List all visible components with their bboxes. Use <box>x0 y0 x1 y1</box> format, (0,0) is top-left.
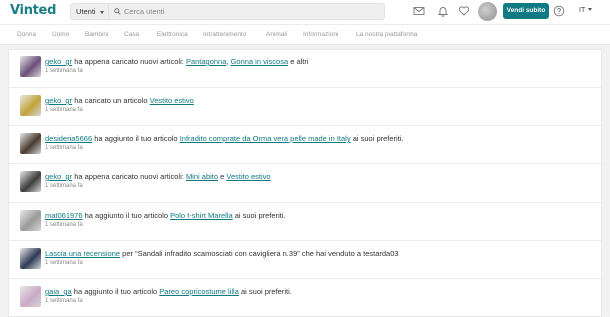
language-selector[interactable]: IT <box>579 7 593 14</box>
item-link[interactable]: Mini abito <box>186 172 218 181</box>
user-link[interactable]: geko_gr <box>45 172 72 181</box>
notification-row[interactable]: desideria5666 ha aggiunto il tuo articol… <box>9 126 603 164</box>
search-category-select[interactable]: Utenti <box>70 3 108 20</box>
leave-review-link[interactable]: Lascia una recensione <box>45 249 120 258</box>
notification-text: desideria5666 ha aggiunto il tuo articol… <box>45 134 404 143</box>
category-item[interactable]: Bambini <box>85 31 108 38</box>
avatar[interactable] <box>478 2 497 21</box>
notification-text: geko_gr ha caricato un articolo Vestito … <box>45 96 194 105</box>
item-thumbnail[interactable] <box>20 210 41 231</box>
category-item[interactable]: Animali <box>266 31 287 38</box>
notification-time: 1 settimana fa <box>45 107 83 113</box>
user-link[interactable]: geko_gr <box>45 96 72 105</box>
category-item[interactable]: Informazioni <box>303 31 338 38</box>
category-item[interactable]: Elettronica <box>157 31 188 38</box>
item-link[interactable]: Vestito estivo <box>150 96 194 105</box>
item-thumbnail[interactable] <box>20 286 41 307</box>
notification-time: 1 settimana fa <box>45 145 83 151</box>
notification-row[interactable]: Lascia una recensione per “Sandali infra… <box>9 241 603 279</box>
sell-now-button[interactable]: Vendi subito <box>503 3 549 19</box>
notification-text: mat061976 ha aggiunto il tuo articolo Po… <box>45 211 286 220</box>
item-link[interactable]: Vestito estivo <box>226 172 270 181</box>
notification-time: 1 settimana fa <box>45 260 83 266</box>
notification-row[interactable]: mat061976 ha aggiunto il tuo articolo Po… <box>9 203 603 241</box>
item-thumbnail[interactable] <box>20 95 41 116</box>
notification-time: 1 settimana fa <box>45 68 83 74</box>
user-link[interactable]: mat061976 <box>45 211 83 220</box>
notification-text: Lascia una recensione per “Sandali infra… <box>45 249 399 258</box>
notification-time: 1 settimana fa <box>45 222 83 228</box>
item-thumbnail[interactable] <box>20 56 41 77</box>
category-item[interactable]: La nostra piattaforma <box>356 31 417 38</box>
notification-row[interactable]: gaia_ga ha aggiunto il tuo articolo Pare… <box>9 279 603 317</box>
item-link[interactable]: Infradito comprate da Orma vera pelle ma… <box>180 134 351 143</box>
item-thumbnail[interactable] <box>20 248 41 269</box>
notification-time: 1 settimana fa <box>45 298 83 304</box>
notifications-list: geko_gr ha appena caricato nuovi articol… <box>8 49 603 317</box>
category-item[interactable]: Intrattenimento <box>203 31 246 38</box>
item-link[interactable]: Gonna in viscosa <box>231 57 289 66</box>
search-icon <box>114 8 121 15</box>
chevron-down-icon <box>588 8 593 11</box>
notification-text: gaia_ga ha aggiunto il tuo articolo Pare… <box>45 287 292 296</box>
top-bar: Vinted Utenti Vendi subito IT <box>0 0 610 24</box>
category-item[interactable]: Casa <box>124 31 139 38</box>
search-box <box>108 3 385 20</box>
notification-row[interactable]: geko_gr ha appena caricato nuovi articol… <box>9 164 603 203</box>
user-link[interactable]: geko_gr <box>45 57 72 66</box>
notification-row[interactable]: geko_gr ha appena caricato nuovi articol… <box>9 50 603 88</box>
vinted-logo[interactable]: Vinted <box>10 3 56 18</box>
notification-text: geko_gr ha appena caricato nuovi articol… <box>45 172 271 181</box>
item-thumbnail[interactable] <box>20 171 41 192</box>
heart-icon[interactable] <box>458 5 470 17</box>
notification-row[interactable]: geko_gr ha caricato un articolo Vestito … <box>9 88 603 126</box>
category-item[interactable]: Donna <box>17 31 36 38</box>
item-link[interactable]: Pareo copricostume lilla <box>159 287 239 296</box>
notification-time: 1 settimana fa <box>45 183 83 189</box>
chevron-down-icon <box>100 11 104 14</box>
user-link[interactable]: desideria5666 <box>45 134 92 143</box>
item-link[interactable]: Polo t-shirt Marella <box>170 211 233 220</box>
bell-icon[interactable] <box>437 5 449 17</box>
notification-text: geko_gr ha appena caricato nuovi articol… <box>45 57 309 66</box>
search-category-label: Utenti <box>76 7 96 16</box>
help-icon[interactable] <box>553 5 565 17</box>
category-nav: Donna Uomo Bambini Casa Elettronica Intr… <box>0 24 610 45</box>
item-thumbnail[interactable] <box>20 133 41 154</box>
language-label: IT <box>579 7 586 14</box>
user-link[interactable]: gaia_ga <box>45 287 72 296</box>
item-link[interactable]: Pantagonna <box>186 57 226 66</box>
search-input[interactable] <box>124 4 379 19</box>
category-item[interactable]: Uomo <box>52 31 69 38</box>
mail-icon[interactable] <box>413 5 425 17</box>
